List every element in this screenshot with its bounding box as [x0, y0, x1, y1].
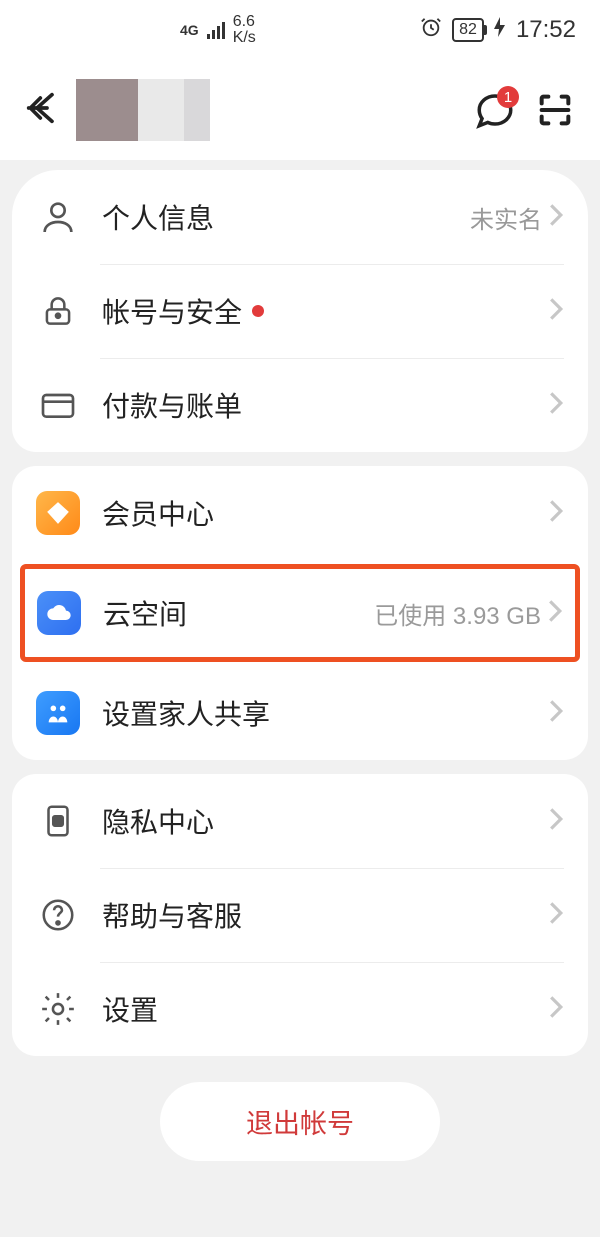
chevron-right-icon — [548, 296, 564, 327]
row-label: 个人信息 — [102, 197, 470, 237]
network-label: 4G — [180, 22, 199, 38]
status-time: 17:52 — [516, 16, 576, 44]
speed-val: 6.6 — [233, 14, 256, 30]
help-icon — [36, 893, 80, 937]
section-services: 会员中心 云空间 已使用 3.93 GB 设置家人共享 — [12, 466, 588, 760]
messages-badge: 1 — [497, 86, 519, 108]
chevron-right-icon — [548, 202, 564, 233]
row-label: 设置家人共享 — [102, 693, 548, 733]
status-left: 4G 6.6 K/s — [180, 14, 256, 46]
card-icon — [36, 383, 80, 427]
chevron-right-icon — [548, 390, 564, 421]
person-icon — [36, 195, 80, 239]
row-label: 云空间 — [103, 593, 374, 633]
chevron-right-icon — [548, 900, 564, 931]
row-label: 帐号与安全 — [102, 291, 548, 331]
row-cloud-space[interactable]: 云空间 已使用 3.93 GB — [37, 569, 563, 657]
row-label: 隐私中心 — [102, 801, 548, 841]
net-speed: 6.6 K/s — [233, 14, 256, 46]
charging-icon — [494, 17, 506, 43]
cloud-icon — [37, 591, 81, 635]
section-settings: 隐私中心 帮助与客服 设置 — [12, 774, 588, 1056]
battery-icon: 82 — [452, 18, 484, 42]
signal-icon — [207, 21, 225, 39]
row-label: 会员中心 — [102, 493, 548, 533]
family-icon — [36, 691, 80, 735]
row-value: 已使用 3.93 GB — [374, 596, 541, 631]
section-account: 个人信息 未实名 帐号与安全 付款与账单 — [12, 170, 588, 452]
status-right: 82 17:52 — [420, 16, 576, 44]
logout-area: 退出帐号 — [0, 1082, 600, 1161]
speed-unit: K/s — [233, 30, 256, 46]
logout-button[interactable]: 退出帐号 — [160, 1082, 440, 1161]
chevron-right-icon — [548, 994, 564, 1025]
gear-icon — [36, 987, 80, 1031]
chevron-right-icon — [547, 598, 563, 629]
row-account-security[interactable]: 帐号与安全 — [36, 264, 564, 358]
member-icon — [36, 491, 80, 535]
row-label: 帮助与客服 — [102, 895, 548, 935]
highlight-box: 云空间 已使用 3.93 GB — [20, 564, 580, 662]
row-personal-info[interactable]: 个人信息 未实名 — [36, 170, 564, 264]
chevron-right-icon — [548, 698, 564, 729]
alert-dot-icon — [252, 305, 264, 317]
chevron-right-icon — [548, 498, 564, 529]
alarm-icon — [420, 16, 442, 44]
scan-button[interactable] — [532, 87, 578, 133]
row-privacy-center[interactable]: 隐私中心 — [36, 774, 564, 868]
row-family-share[interactable]: 设置家人共享 — [36, 666, 564, 760]
messages-button[interactable]: 1 — [472, 87, 518, 133]
row-help-service[interactable]: 帮助与客服 — [36, 868, 564, 962]
chevron-right-icon — [548, 806, 564, 837]
back-button[interactable] — [22, 88, 62, 133]
row-label: 设置 — [102, 989, 548, 1029]
row-label: 付款与账单 — [102, 385, 548, 425]
lock-icon — [36, 289, 80, 333]
row-member-center[interactable]: 会员中心 — [36, 466, 564, 560]
row-settings[interactable]: 设置 — [36, 962, 564, 1056]
privacy-icon — [36, 799, 80, 843]
header-bar: 1 — [0, 60, 600, 160]
row-value: 未实名 — [470, 200, 542, 235]
row-payment-billing[interactable]: 付款与账单 — [36, 358, 564, 452]
profile-avatar-area[interactable] — [76, 79, 210, 141]
status-bar: 4G 6.6 K/s 82 17:52 — [0, 0, 600, 60]
